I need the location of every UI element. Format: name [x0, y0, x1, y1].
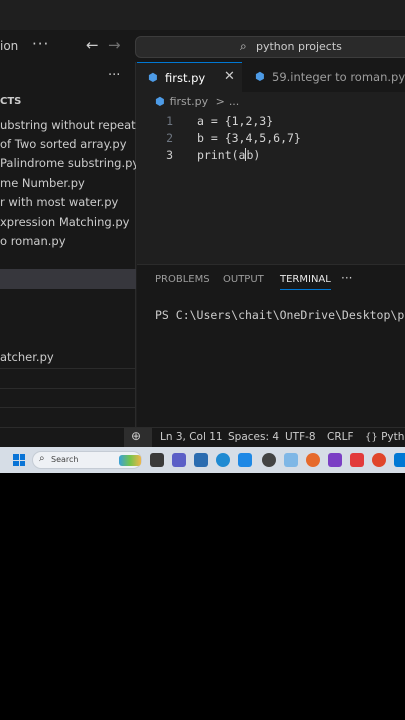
firefox-icon[interactable] — [306, 453, 320, 467]
breadcrumb-file[interactable]: first.py — [170, 95, 208, 108]
tab-problems[interactable]: PROBLEMS — [155, 274, 210, 285]
bottom-panel: PROBLEMS OUTPUT TERMINAL ··· PS C:\Users… — [137, 264, 405, 427]
taskbar-search-placeholder: Search — [51, 455, 79, 464]
zoom-icon: ⊕ — [131, 429, 142, 443]
zoom-button[interactable]: ⊕ — [124, 428, 152, 447]
encoding[interactable]: UTF-8 — [285, 431, 316, 443]
tab-label: 59.integer to roman.py — [272, 70, 405, 84]
tab-first-py[interactable]: ⬢ first.py ✕ — [137, 62, 242, 92]
python-file-icon: ⬢ — [155, 95, 165, 108]
code-after-cursor: b) — [246, 148, 261, 162]
language-mode[interactable]: {} Pytho — [365, 431, 405, 443]
file-item[interactable]: me Number.py — [0, 176, 136, 190]
explorer-sidebar: ··· CTS ubstring without repeati... of T… — [0, 62, 136, 427]
teams-icon[interactable] — [172, 453, 186, 467]
chrome-icon[interactable] — [262, 453, 276, 467]
close-icon[interactable]: ✕ — [224, 69, 235, 84]
code-text[interactable]: b = {3,4,5,6,7} — [197, 131, 301, 145]
tab-integer-to-roman[interactable]: ⬢ 59.integer to roman.py — [243, 62, 405, 92]
more-actions-icon[interactable]: ··· — [32, 35, 49, 53]
sidebar-divider — [0, 368, 136, 369]
command-center-text: python projects — [256, 40, 342, 53]
breadcrumb-rest[interactable]: ... — [229, 95, 240, 108]
selected-file-row[interactable] — [0, 269, 136, 289]
video-editor-icon[interactable] — [350, 453, 364, 467]
edge-icon[interactable] — [216, 453, 230, 467]
window-title: ion — [0, 39, 19, 53]
widgets-icon[interactable] — [194, 453, 208, 467]
search-icon: ⌕ — [240, 39, 247, 53]
tab-output[interactable]: OUTPUT — [223, 274, 264, 285]
command-center-search[interactable]: ⌕ python projects — [135, 36, 405, 58]
file-item[interactable]: Palindrome substring.py — [0, 156, 136, 170]
notepad-icon[interactable] — [284, 453, 298, 467]
vscode-icon[interactable] — [394, 453, 405, 467]
code-editor[interactable]: 1 a = {1,2,3} 2 b = {3,4,5,6,7} 3 print(… — [137, 110, 405, 260]
status-bar: ⊕ Ln 3, Col 11 Spaces: 4 UTF-8 CRLF {} P… — [0, 427, 405, 447]
forward-arrow-icon[interactable]: → — [108, 36, 121, 54]
line-ending[interactable]: CRLF — [327, 431, 354, 443]
line-number: 1 — [166, 114, 173, 128]
cursor-position[interactable]: Ln 3, Col 11 — [160, 431, 223, 443]
line-number: 2 — [166, 131, 173, 145]
code-line: 1 a = {1,2,3} — [137, 114, 405, 131]
file-item[interactable]: of Two sorted array.py — [0, 137, 136, 151]
windows-start-icon[interactable] — [13, 454, 25, 466]
search-highlight-icon — [119, 455, 141, 466]
panel-more-icon[interactable]: ··· — [341, 271, 352, 285]
code-line: 2 b = {3,4,5,6,7} — [137, 131, 405, 148]
explorer-more-icon[interactable]: ··· — [108, 68, 120, 83]
braces-icon: {} — [365, 432, 378, 443]
file-item[interactable]: r with most water.py — [0, 195, 136, 209]
python-file-icon: ⬢ — [255, 70, 265, 83]
editor-tabs: ⬢ first.py ✕ ⬢ 59.integer to roman.py — [137, 62, 405, 92]
python-file-icon: ⬢ — [148, 71, 158, 84]
tab-label: first.py — [165, 71, 206, 85]
explorer-section-title[interactable]: CTS — [0, 96, 21, 107]
file-item[interactable]: atcher.py — [0, 350, 136, 364]
back-arrow-icon[interactable]: ← — [86, 36, 99, 54]
code-text[interactable]: print(ab) — [197, 148, 260, 162]
code-line: 3 print(ab) — [137, 148, 405, 165]
file-item[interactable]: o roman.py — [0, 234, 136, 248]
task-view-icon[interactable] — [150, 453, 164, 467]
media-icon[interactable] — [328, 453, 342, 467]
app-icon[interactable] — [238, 453, 252, 467]
file-item[interactable]: ubstring without repeati... — [0, 118, 136, 132]
tab-terminal[interactable]: TERMINAL — [280, 274, 331, 290]
indentation[interactable]: Spaces: 4 — [228, 431, 279, 443]
sidebar-divider — [0, 407, 136, 408]
search-icon: ⌕ — [39, 453, 45, 464]
line-number: 3 — [166, 148, 173, 162]
brave-icon[interactable] — [372, 453, 386, 467]
file-item[interactable]: xpression Matching.py — [0, 215, 136, 229]
windows-taskbar: ⌕ Search — [0, 447, 405, 473]
language-label: Pytho — [381, 431, 405, 443]
vscode-window: ion ··· ← → ⌕ python projects ··· CTS ub… — [0, 0, 405, 447]
code-text[interactable]: a = {1,2,3} — [197, 114, 273, 128]
sidebar-divider — [0, 388, 136, 389]
breadcrumb[interactable]: ⬢ first.py >... — [155, 95, 239, 108]
breadcrumb-separator: > — [215, 95, 225, 108]
taskbar-search[interactable]: ⌕ Search — [32, 451, 142, 469]
terminal-prompt[interactable]: PS C:\Users\chait\OneDrive\Desktop\pyth — [155, 308, 405, 322]
code-before-cursor: print(a — [197, 148, 246, 162]
